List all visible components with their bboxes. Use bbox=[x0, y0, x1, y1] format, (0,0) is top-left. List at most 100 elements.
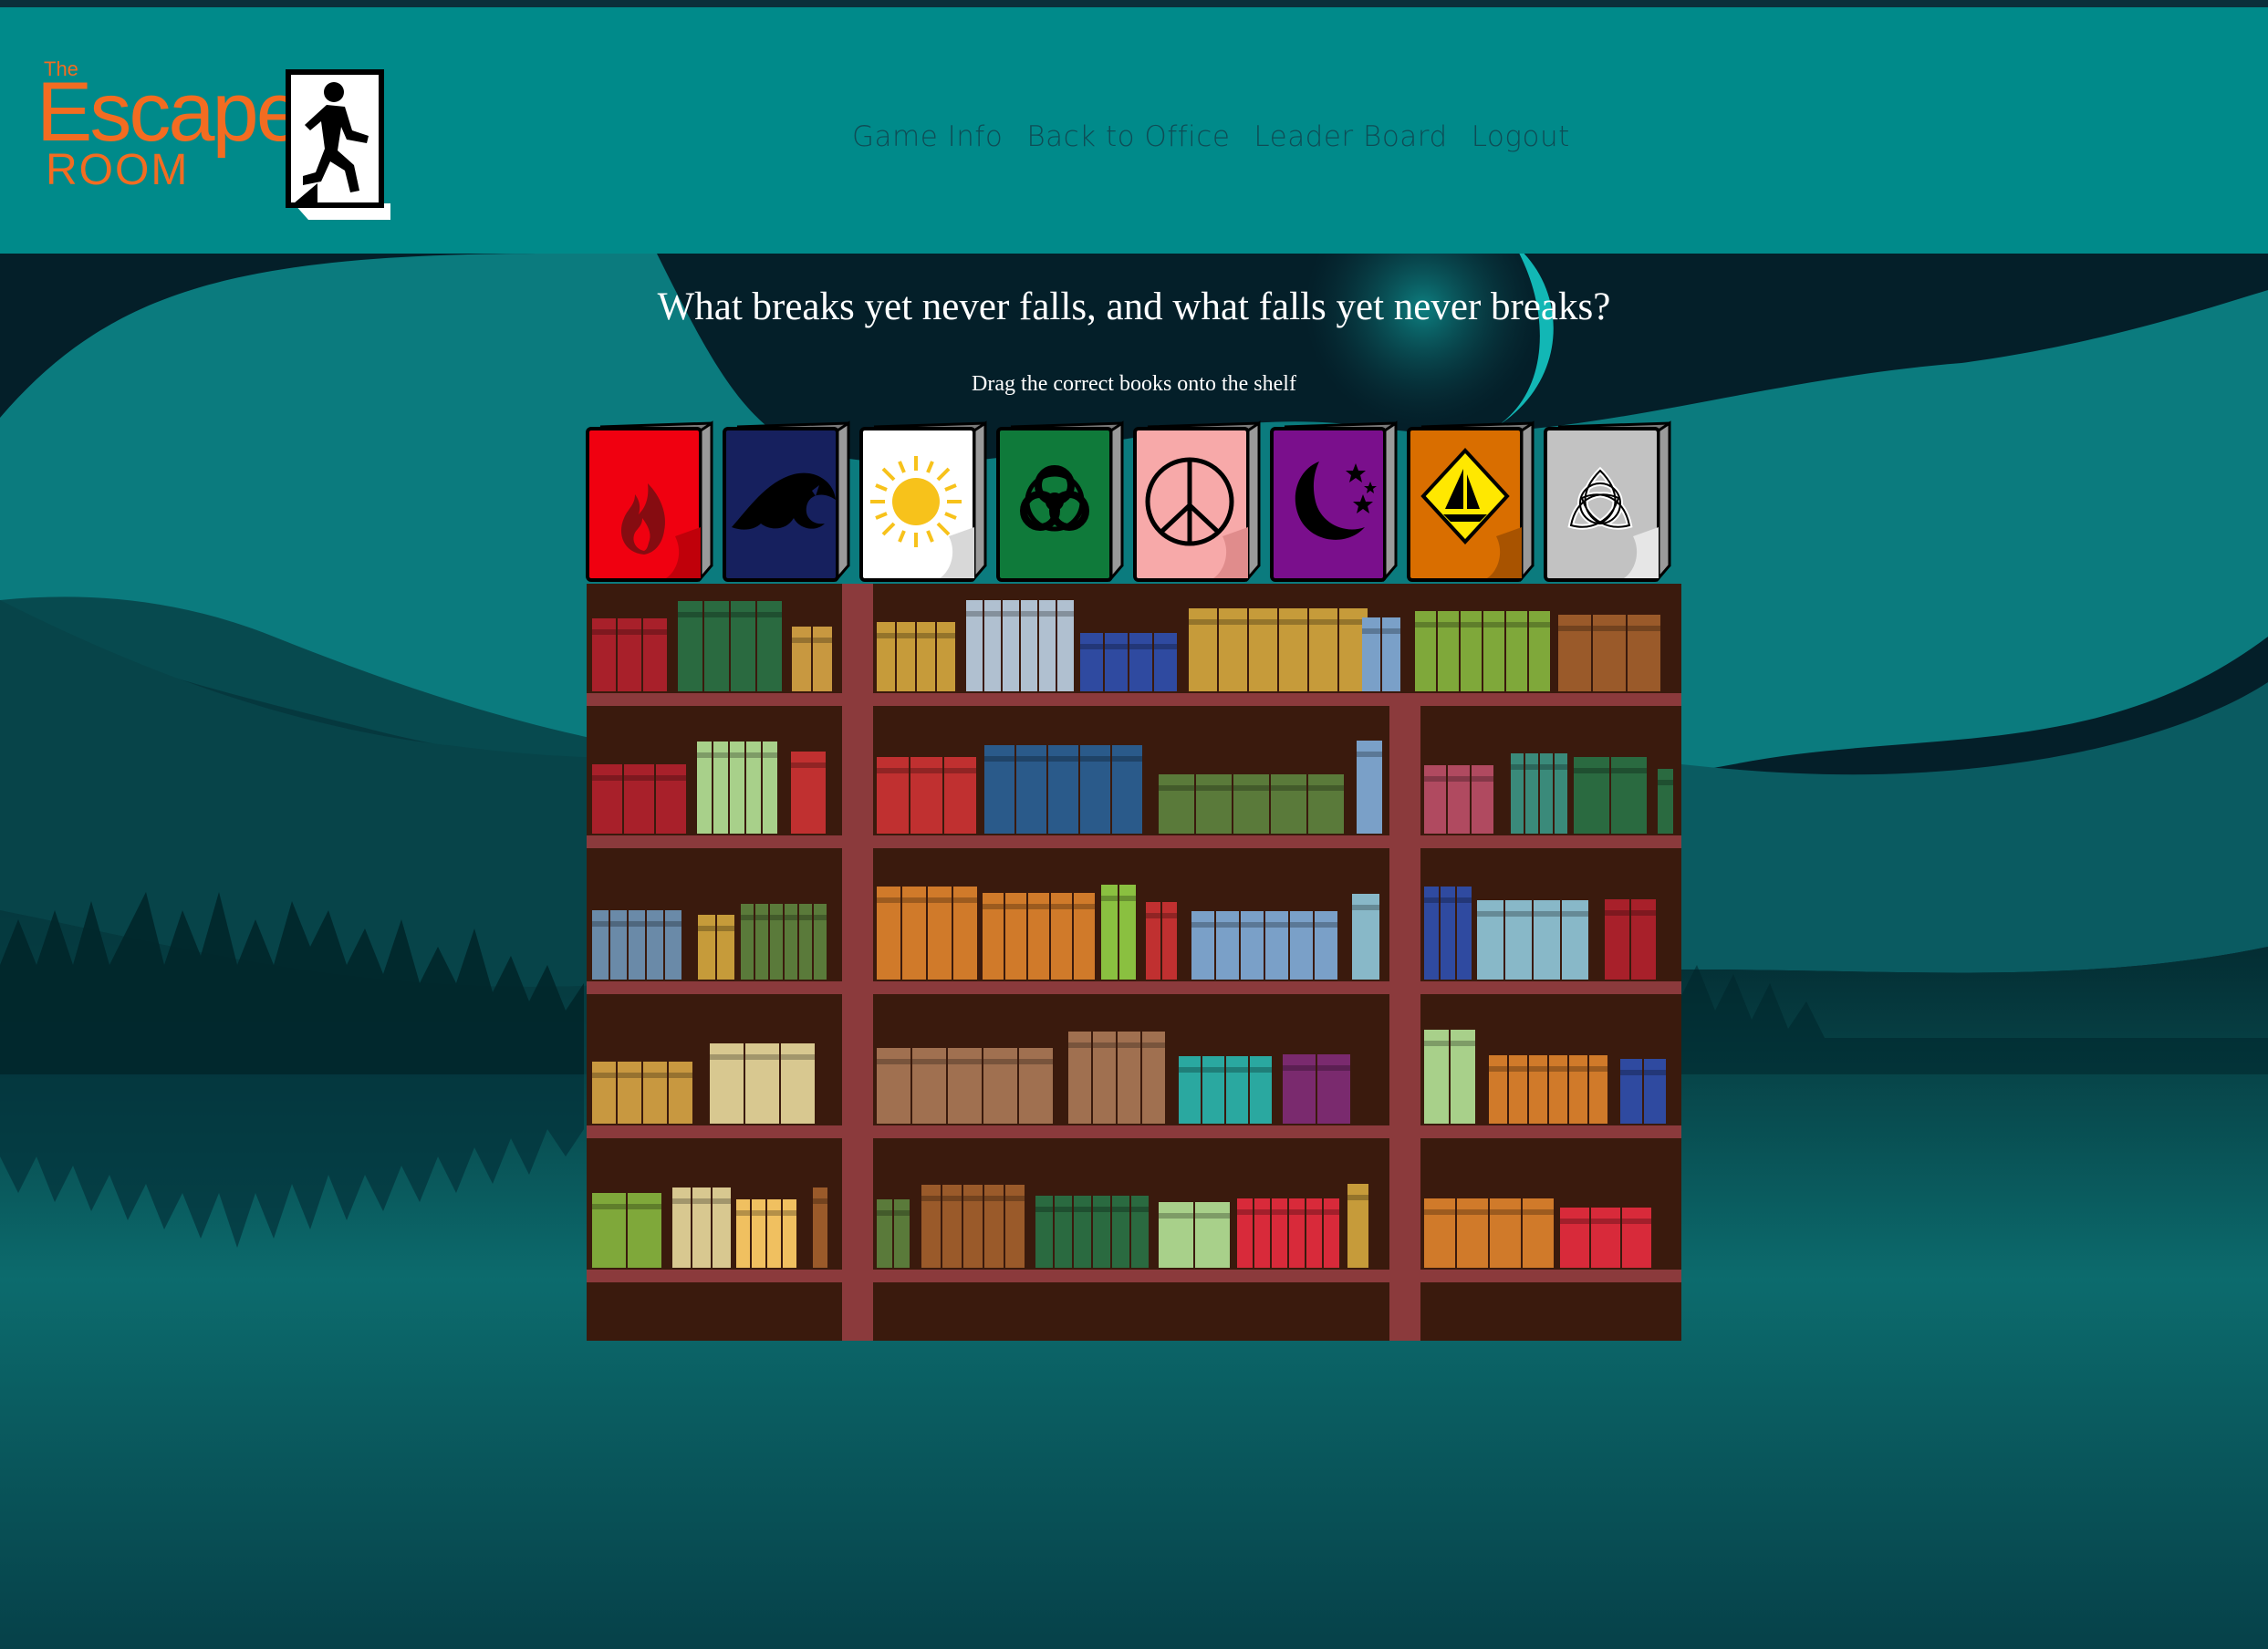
shelf-book-band bbox=[785, 915, 797, 920]
shelf-book-band bbox=[717, 926, 734, 931]
book-wave[interactable] bbox=[721, 418, 858, 584]
book-sun[interactable] bbox=[858, 418, 994, 584]
shelf-book-spine bbox=[1179, 1056, 1201, 1124]
shelf-book-spine bbox=[1289, 1198, 1305, 1268]
shelf-book-band bbox=[1424, 1041, 1449, 1046]
shelf-book-band bbox=[1074, 1207, 1091, 1212]
shelf-book-spine bbox=[783, 1199, 796, 1268]
shelf-book-spine bbox=[897, 622, 915, 691]
shelf-book-spine bbox=[1250, 1056, 1272, 1124]
book-biohazard-cover bbox=[996, 420, 1124, 583]
shelf-book-band bbox=[1003, 611, 1019, 617]
shelf-book-band bbox=[1461, 622, 1482, 627]
shelf-book-band bbox=[665, 921, 681, 927]
shelf-book-spine bbox=[1196, 774, 1232, 834]
shelf-book-spine bbox=[647, 910, 663, 980]
shelf-book-band bbox=[912, 1059, 946, 1064]
shelf-book-spine bbox=[1306, 1198, 1322, 1268]
shelf-book-band bbox=[783, 1210, 796, 1216]
shelf-book-band bbox=[894, 1210, 910, 1216]
shelf-book-band bbox=[963, 1196, 983, 1201]
drag-instruction: Drag the correct books onto the shelf bbox=[972, 372, 1296, 396]
shelf-book-spine bbox=[1315, 911, 1337, 980]
book-sailboat[interactable] bbox=[1405, 418, 1542, 584]
book-sun-cover bbox=[859, 420, 987, 583]
shelf-book-spine bbox=[1035, 1196, 1053, 1268]
shelf-book-band bbox=[1195, 1213, 1230, 1219]
shelf-book-band bbox=[1219, 619, 1247, 625]
shelf-book-band bbox=[928, 897, 952, 903]
shelf-book-band bbox=[1093, 1042, 1116, 1048]
shelf-book-spine bbox=[1489, 1055, 1507, 1124]
shelf-book-spine bbox=[624, 764, 654, 834]
shelf-book-band bbox=[1574, 768, 1609, 773]
shelf-book-band bbox=[1415, 622, 1436, 627]
shelf-book-band bbox=[1315, 922, 1337, 928]
shelf-book-spine bbox=[1080, 633, 1103, 691]
shelf-book-band bbox=[1622, 1219, 1651, 1224]
shelf-book-spine bbox=[1448, 765, 1470, 834]
nav-leader-board[interactable]: Leader Board bbox=[1254, 120, 1447, 153]
book-fire[interactable] bbox=[584, 418, 721, 584]
shelf-book-spine bbox=[1237, 1198, 1253, 1268]
shelf-book-band bbox=[1068, 1042, 1091, 1048]
book-fire-cover bbox=[586, 420, 713, 583]
book-biohazard[interactable] bbox=[994, 418, 1131, 584]
shelf-book-spine bbox=[1241, 911, 1264, 980]
shelf-book-band bbox=[752, 1210, 765, 1216]
shelf-book-band bbox=[1529, 1066, 1547, 1072]
shelf-book-spine bbox=[1620, 1059, 1642, 1124]
book-night[interactable] bbox=[1268, 418, 1405, 584]
shelf-book-band bbox=[1179, 1067, 1201, 1073]
shelf-book-band bbox=[1196, 785, 1232, 791]
shelf-book-band bbox=[592, 1204, 626, 1209]
shelf-book-band bbox=[877, 768, 909, 773]
shelf-book-band bbox=[767, 1210, 781, 1216]
shelf-book-band bbox=[1324, 1209, 1339, 1215]
shelf-book-band bbox=[1424, 1209, 1455, 1215]
exit-door-icon bbox=[286, 69, 390, 220]
shelf-book-band bbox=[781, 1054, 815, 1060]
shelf-book-band bbox=[1362, 628, 1380, 634]
nav-logout[interactable]: Logout bbox=[1472, 120, 1570, 153]
shelf-book-band bbox=[1620, 1070, 1642, 1075]
shelf-book-spine bbox=[1226, 1056, 1248, 1124]
shelf-book-spine bbox=[592, 1062, 616, 1124]
shelf-book-spine bbox=[736, 1199, 750, 1268]
shelf-book-band bbox=[757, 612, 782, 617]
escape-room-logo[interactable]: The Escape ROOM bbox=[36, 57, 401, 222]
shelf-book-band bbox=[984, 1196, 1004, 1201]
shelf-book-band bbox=[628, 1204, 661, 1209]
shelf-book-spine bbox=[1560, 1208, 1589, 1268]
shelf-book-spine bbox=[618, 1062, 641, 1124]
nav-back-to-office[interactable]: Back to Office bbox=[1026, 120, 1230, 153]
bookshelf-drop-zone[interactable] bbox=[587, 584, 1681, 1341]
shelf-book-band bbox=[730, 752, 744, 758]
shelf-book-band bbox=[647, 921, 663, 927]
shelf-book-spine bbox=[1159, 774, 1194, 834]
shelf-book-band bbox=[1560, 1219, 1589, 1224]
shelf-book-spine bbox=[1658, 769, 1673, 834]
shelf-book-spine bbox=[1472, 765, 1493, 834]
shelf-book-spine bbox=[1254, 1198, 1270, 1268]
shelf-book-spine bbox=[1308, 774, 1344, 834]
shelf-book-band bbox=[792, 638, 811, 643]
shelf-book-band bbox=[1611, 768, 1647, 773]
shelf-book-spine bbox=[894, 1199, 910, 1268]
shelf-book-band bbox=[877, 633, 895, 638]
book-selection-row bbox=[584, 418, 1679, 584]
shelf-book-band bbox=[1016, 756, 1046, 762]
book-peace[interactable] bbox=[1131, 418, 1268, 584]
shelf-book-band bbox=[770, 915, 783, 920]
shelf-book-band bbox=[746, 752, 761, 758]
book-triquetra[interactable] bbox=[1542, 418, 1679, 584]
logo-text-room: ROOM bbox=[46, 146, 190, 194]
shelf-book-band bbox=[697, 752, 712, 758]
shelf-book-spine bbox=[1324, 1198, 1339, 1268]
shelf-book-band bbox=[1347, 1195, 1368, 1200]
shelf-book-band bbox=[592, 1073, 616, 1078]
riddle-question: What breaks yet never falls, and what fa… bbox=[657, 285, 1611, 328]
shelf-book-band bbox=[877, 1210, 892, 1216]
nav-game-info[interactable]: Game Info bbox=[852, 120, 1003, 153]
shelf-book-spine bbox=[1589, 1055, 1607, 1124]
